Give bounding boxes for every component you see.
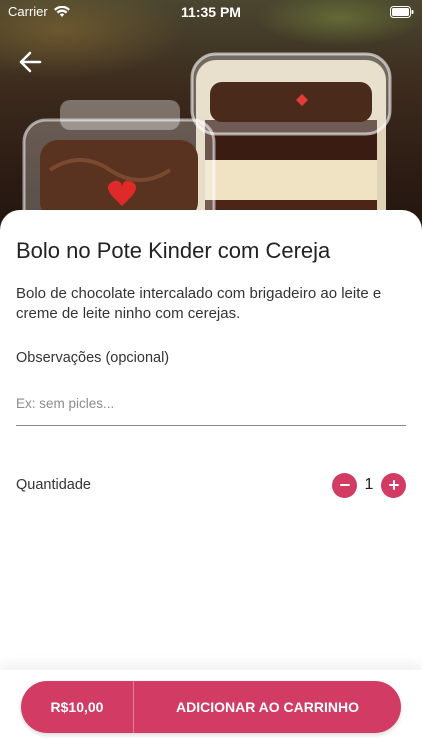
observations-input[interactable] (16, 382, 406, 426)
arrow-left-icon (19, 51, 42, 73)
status-bar: Carrier 11:35 PM (0, 0, 422, 24)
status-time: 11:35 PM (181, 4, 241, 20)
product-description: Bolo de chocolate intercalado com brigad… (16, 285, 382, 322)
quantity-stepper: 1 (332, 472, 406, 498)
add-to-cart-bar: R$10,00 ADICIONAR AO CARRINHO (21, 681, 401, 733)
decrement-button[interactable] (332, 472, 357, 498)
increment-button[interactable] (381, 472, 406, 498)
add-to-cart-button[interactable]: ADICIONAR AO CARRINHO (134, 681, 401, 733)
minus-icon (339, 484, 350, 486)
plus-icon (388, 480, 399, 490)
quantity-label: Quantidade (16, 477, 91, 493)
product-details-sheet: Bolo no Pote Kinder com Cereja Bolo de c… (0, 210, 422, 750)
battery-icon (390, 6, 414, 21)
product-title: Bolo no Pote Kinder com Cereja (16, 238, 331, 263)
quantity-value: 1 (364, 476, 374, 493)
price-label: R$10,00 (21, 681, 134, 733)
observations-label: Observações (opcional) (16, 350, 170, 366)
back-button[interactable] (12, 44, 48, 80)
